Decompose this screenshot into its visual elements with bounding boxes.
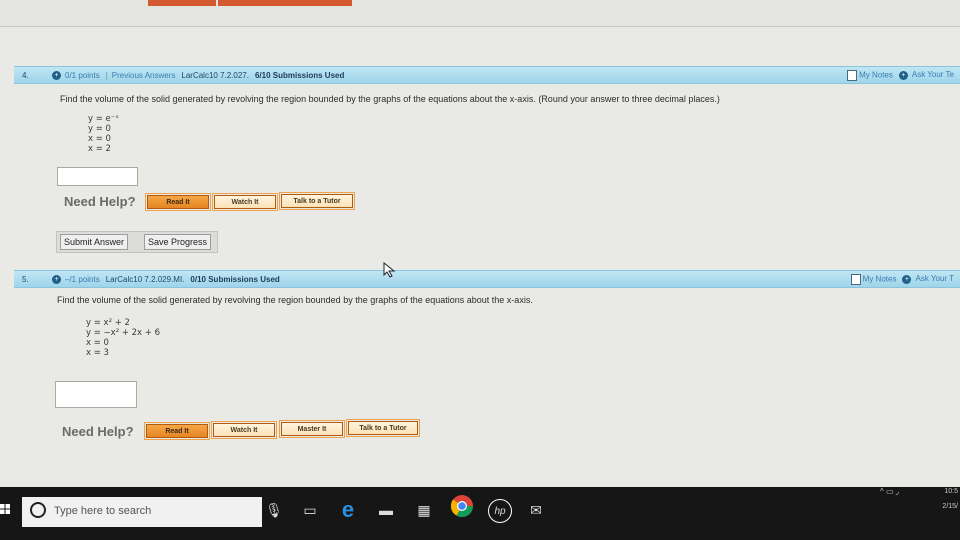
windows-start-icon[interactable]	[0, 504, 10, 514]
clock-date: 2/15/	[942, 503, 958, 510]
equation: x = 0	[88, 134, 111, 144]
my-notes-label: My Notes	[862, 274, 897, 284]
ask-teacher-link[interactable]: + Ask Your T	[902, 274, 954, 284]
question-4-prompt: Find the volume of the solid generated b…	[60, 94, 720, 104]
prev-help-button-3[interactable]	[284, 0, 352, 6]
ask-teacher-link[interactable]: + Ask Your Te	[898, 70, 954, 80]
prev-help-button-2[interactable]	[218, 0, 286, 6]
my-notes-link[interactable]: My Notes	[850, 273, 897, 285]
equation: x = 0	[86, 338, 109, 348]
equation: y = −x² + 2x + 6	[86, 328, 161, 338]
question-5-prompt: Find the volume of the solid generated b…	[57, 295, 533, 305]
need-help-label: Need Help?	[64, 194, 136, 209]
chrome-icon[interactable]	[450, 494, 474, 518]
equation: y = x² + 2	[86, 318, 130, 328]
talk-to-tutor-button[interactable]: Talk to a Tutor	[279, 192, 355, 210]
system-tray-icons[interactable]: ^ ▭ ◞	[880, 487, 899, 496]
mail-icon[interactable]: ✉	[526, 500, 546, 520]
question-number: 5.	[22, 274, 29, 284]
ask-label: Ask Your T	[915, 274, 954, 283]
submit-bar: Submit Answer Save Progress	[56, 231, 218, 253]
talk-to-tutor-button[interactable]: Talk to a Tutor	[346, 419, 420, 437]
previous-answers-link[interactable]: Previous Answers	[112, 71, 176, 80]
submissions-used: 0/10 Submissions Used	[190, 274, 280, 284]
need-help-label: Need Help?	[62, 424, 134, 439]
clock-time: 10:5	[944, 488, 958, 495]
task-view-icon[interactable]: ▭	[300, 500, 320, 520]
read-it-button[interactable]: Read It	[144, 422, 210, 440]
browser-page: 4. + 0/1 points | Previous Answers LarCa…	[0, 0, 960, 487]
expand-icon[interactable]: +	[52, 274, 61, 284]
cortana-icon[interactable]	[30, 502, 46, 518]
problem-code: LarCalc10 7.2.029.MI.	[105, 274, 185, 284]
plus-icon: +	[902, 275, 912, 284]
my-notes-link[interactable]: My Notes	[847, 69, 893, 81]
notes-icon	[847, 69, 858, 81]
microphone-icon[interactable]: 🎙	[264, 500, 284, 520]
ask-label: Ask Your Te	[911, 70, 954, 79]
store-icon[interactable]: ▦	[414, 500, 434, 520]
question-5-header: 5. + –/1 points LarCalc10 7.2.029.MI. 0/…	[14, 270, 960, 288]
submissions-used: 6/10 Submissions Used	[254, 70, 345, 80]
read-it-button[interactable]: Read It	[145, 193, 211, 211]
watch-it-button[interactable]: Watch It	[212, 193, 278, 211]
search-placeholder[interactable]: Type here to search	[54, 505, 151, 517]
question-5-equations: y = x² + 2 y = −x² + 2x + 6 x = 0 x = 3	[86, 318, 160, 358]
expand-icon[interactable]: +	[52, 70, 61, 80]
question-4-answer-input[interactable]	[57, 167, 138, 186]
points-label: –/1 points	[65, 274, 100, 284]
points-label: 0/1 points	[65, 70, 100, 80]
question-4-header: 4. + 0/1 points | Previous Answers LarCa…	[14, 66, 960, 84]
previous-question-strip	[0, 0, 960, 27]
question-4-equations: y = e⁻ˣ y = 0 x = 0 x = 2	[88, 114, 119, 154]
equation: y = e⁻ˣ	[88, 114, 120, 124]
equation: y = 0	[88, 124, 111, 134]
question-5-answer-input[interactable]	[55, 381, 137, 408]
watch-it-button[interactable]: Watch It	[211, 421, 277, 439]
plus-icon: +	[898, 71, 908, 80]
master-it-button[interactable]: Master It	[279, 420, 345, 438]
save-progress-button[interactable]: Save Progress	[144, 234, 212, 250]
notes-icon	[850, 273, 861, 285]
equation: x = 2	[88, 144, 111, 154]
prev-help-button-1[interactable]	[148, 0, 216, 6]
equation: x = 3	[86, 348, 109, 358]
edge-browser-icon[interactable]: e	[338, 497, 358, 522]
hp-icon[interactable]: hp	[488, 499, 512, 523]
question-number: 4.	[22, 70, 29, 80]
mouse-cursor-icon	[383, 262, 396, 278]
problem-code: LarCalc10 7.2.027.	[181, 70, 249, 80]
clock[interactable]: 10:5 2/15/	[942, 484, 958, 514]
file-explorer-icon[interactable]: ▬	[376, 500, 396, 520]
submit-answer-button[interactable]: Submit Answer	[60, 234, 129, 250]
my-notes-label: My Notes	[859, 70, 893, 80]
separator: |	[105, 70, 108, 80]
